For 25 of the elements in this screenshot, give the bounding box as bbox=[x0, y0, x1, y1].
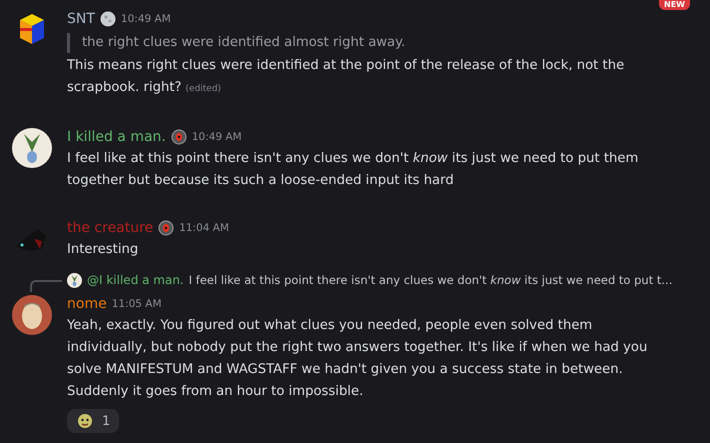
eye-icon bbox=[170, 129, 187, 145]
reply-connector-line bbox=[30, 280, 62, 292]
reaction-button[interactable]: 1 bbox=[67, 409, 120, 433]
timestamp: 10:49 AM bbox=[120, 13, 171, 25]
edited-label: (edited) bbox=[186, 84, 222, 94]
plant-avatar-icon[interactable] bbox=[67, 272, 82, 288]
message-text: This means right clues were identified at the point of the release of the lock, not the scrapbook. right? (edited) bbox=[67, 57, 626, 97]
reply-mention[interactable]: @I killed a man. bbox=[87, 273, 184, 287]
message-text: I feel like at this point there isn't any clues we don't know its just we need to put them together but because its such a loose-ended input its hard bbox=[67, 150, 640, 190]
timestamp: 10:49 AM bbox=[192, 131, 242, 143]
message-text: Yeah, exactly. You figured out what clues you needed, people even solved them individually, but nobody put the right two answers together. It's like if when we had you solve MANIFESTUM and WAGSTAFF we hadn't given you a success state in between. Suddenly it goes from an hour to impossible. bbox=[67, 317, 648, 401]
moon-icon bbox=[100, 11, 116, 27]
avatar-icon[interactable] bbox=[12, 295, 52, 335]
username[interactable]: nome bbox=[67, 296, 107, 312]
emoji-icon bbox=[76, 412, 94, 430]
username[interactable]: I killed a man. bbox=[67, 129, 166, 145]
eye-icon bbox=[158, 220, 174, 236]
new-badge: NEW bbox=[659, 0, 690, 10]
timestamp: 11:05 AM bbox=[112, 298, 162, 310]
plant-avatar-icon[interactable] bbox=[12, 128, 52, 168]
reply-preview[interactable]: I feel like at this point there isn't any clues we don't know its just we need to put t... bbox=[188, 273, 672, 287]
timestamp: 11:04 AM bbox=[179, 222, 230, 234]
quote-text: the right clues were identified almost right away. bbox=[67, 33, 652, 53]
username[interactable]: SNT bbox=[67, 11, 95, 27]
message-text: Interesting bbox=[67, 241, 140, 259]
